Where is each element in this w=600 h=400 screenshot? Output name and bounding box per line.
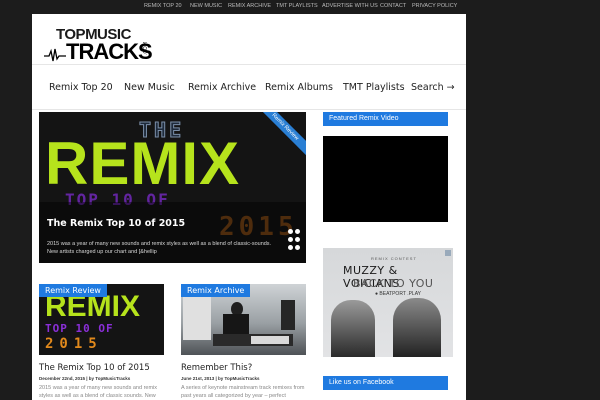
page-container: TOPMUSIC TRACKS .COM Remix Top 20 New Mu… [32,14,466,400]
featured-video-player[interactable] [323,136,448,222]
hero-art-remix: REMIX [45,130,241,197]
studio-panel [183,296,211,340]
featured-video-heading: Featured Remix Video [323,112,448,126]
slider-dots-icon[interactable] [288,229,302,259]
card-art-top10: TOP 10 OF [45,322,114,335]
nav-item-new-music[interactable]: New Music [124,82,175,93]
facebook-heading: Like us on Facebook [323,376,448,390]
featured-post-slider[interactable]: THE REMIX TOP 10 OF 2015 The Remix Top 1… [39,112,306,263]
ad-brand-text: ● BEATPORT .PLAY [375,291,421,297]
nav-item-tmt-playlists[interactable]: TMT Playlists [343,82,405,93]
top-link-new-music[interactable]: NEW MUSIC [190,3,222,9]
top-link-privacy-policy[interactable]: PRIVACY POLICY [412,3,457,9]
ad-artist-photo [393,298,441,357]
logo-tracks-text: TRACKS [66,39,153,64]
card-category-tag[interactable]: Remix Review [39,284,107,297]
card-category-tag[interactable]: Remix Archive [181,284,251,297]
mixer-knobs [251,336,289,344]
hero-category-ribbon[interactable]: Remix Review [255,112,306,157]
sidebar-ad-banner[interactable]: REMIX CONTEST MUZZY & VOICIANS BACK TO Y… [323,248,453,357]
top-link-contact[interactable]: CONTACT [380,3,406,9]
heartbeat-icon [44,48,66,62]
card-meta: December 22nd, 2015 | by TopMusicTracks [39,376,131,381]
nav-item-remix-albums[interactable]: Remix Albums [265,82,333,93]
ad-subline: BACK TO YOU [353,277,434,290]
card-title[interactable]: The Remix Top 10 of 2015 [39,363,150,373]
nav-item-search[interactable]: Search → [411,82,455,93]
card-art-year: 2015 [45,336,103,352]
top-link-remix-top-20[interactable]: REMIX TOP 20 [144,3,182,9]
studio-speaker [281,300,295,330]
ad-info-icon[interactable] [445,250,451,256]
main-nav: Remix Top 20 New Music Remix Archive Rem… [32,64,466,110]
card-excerpt: 2015 was a year of many new sounds and r… [39,385,158,399]
card-title[interactable]: Remember This? [181,363,252,373]
hero-post-title[interactable]: The Remix Top 10 of 2015 [47,218,185,229]
card-meta: June 21st, 2013 | by TopMusicTracks [181,376,260,381]
top-link-advertise[interactable]: ADVERTISE WITH US [322,3,378,9]
top-link-tmt-playlists[interactable]: TMT PLAYLISTS [276,3,318,9]
logo-com-text: .COM [143,42,149,56]
hero-post-excerpt: 2015 was a year of many new sounds and r… [47,241,272,255]
top-link-remix-archive[interactable]: REMIX ARCHIVE [228,3,271,9]
ad-artist-photo [331,300,375,357]
ad-small-text: REMIX CONTEST [371,256,417,261]
nav-item-remix-archive[interactable]: Remix Archive [188,82,256,93]
top-utility-bar: REMIX TOP 20 NEW MUSIC REMIX ARCHIVE TMT… [0,0,600,14]
card-excerpt: A series of keynote mainstream track rem… [181,385,305,399]
nav-item-remix-top-20[interactable]: Remix Top 20 [49,82,113,93]
